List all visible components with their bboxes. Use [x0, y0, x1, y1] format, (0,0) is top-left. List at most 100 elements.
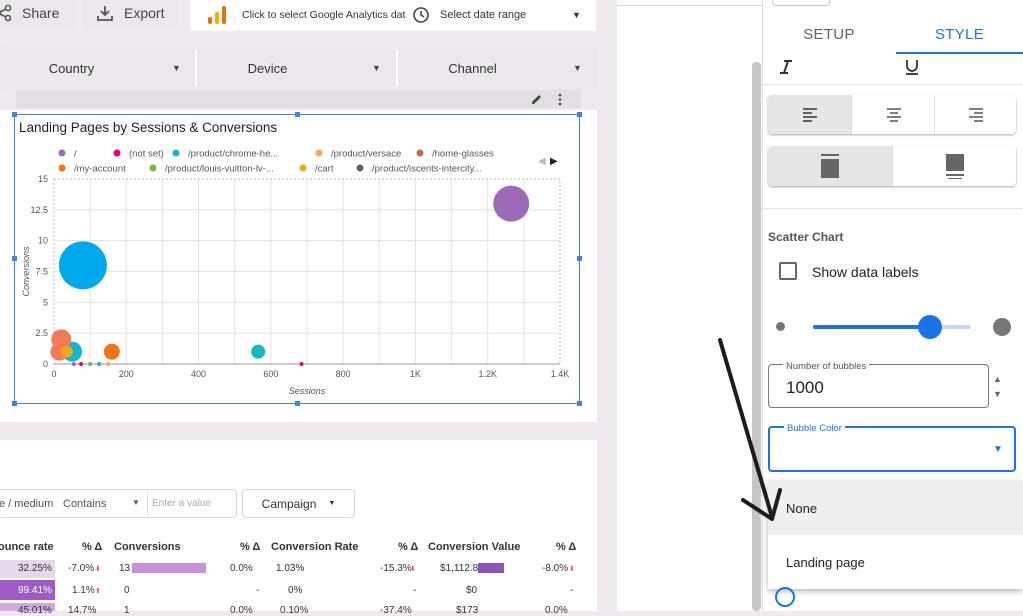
cell-delta: -7.0%	[68, 563, 95, 574]
table-filter-control[interactable]: e / medium Contains ▼ Enter a value	[0, 489, 237, 518]
filter-value-input[interactable]: Enter a value	[152, 498, 211, 509]
data-point	[106, 362, 111, 366]
y-tick-label: 0	[43, 359, 48, 369]
decrement-icon[interactable]: ▼	[993, 389, 1002, 399]
data-point	[97, 362, 102, 366]
col-conversions[interactable]: Conversions	[114, 541, 181, 553]
tab-style[interactable]: STYLE	[896, 14, 1023, 54]
dropdown-option-none[interactable]: None	[768, 481, 1023, 535]
date-range-selector[interactable]: Select date range ▼	[406, 0, 596, 31]
ga-select-label: Click to select Google Analytics data	[242, 8, 412, 21]
google-analytics-icon	[208, 5, 228, 24]
data-point	[493, 185, 530, 222]
bubble-size-max-icon	[993, 318, 1011, 336]
resize-handle[interactable]	[577, 112, 582, 117]
arrow-up-icon: ⬆	[95, 588, 101, 595]
clock-icon	[413, 6, 429, 23]
valign-bottom-icon	[946, 154, 964, 179]
chevron-down-icon: ▼	[572, 9, 581, 20]
ga-data-selector[interactable]: Click to select Google Analytics data	[190, 0, 415, 31]
share-icon	[0, 4, 12, 22]
divider	[147, 492, 148, 516]
x-tick-label: 1.2K	[478, 369, 497, 379]
filter-label: Device	[247, 60, 288, 76]
chart-title: Landing Pages by Sessions & Conversions	[19, 120, 278, 135]
annotation-arrow-icon	[718, 338, 782, 521]
y-axis-label: Conversions	[21, 246, 31, 297]
increment-icon[interactable]: ▲	[993, 374, 1002, 384]
share-button[interactable]: Share	[0, 0, 76, 28]
chevron-down-icon: ▼	[372, 63, 381, 73]
export-button[interactable]: Export	[82, 0, 179, 28]
resize-handle[interactable]	[12, 112, 17, 117]
underline-icon[interactable]	[904, 58, 920, 76]
filter-label: Country	[48, 60, 95, 76]
filter-channel[interactable]: Channel ▼	[398, 46, 597, 90]
tab-setup[interactable]: SETUP	[762, 14, 896, 54]
number-of-bubbles-field[interactable]: Number of bubbles 1000	[768, 361, 989, 408]
date-range-label: Select date range	[440, 8, 527, 21]
y-tick-label: 2.5	[35, 328, 48, 338]
col-value-delta[interactable]: % Δ	[556, 541, 576, 553]
align-left-icon	[802, 107, 817, 122]
filter-device[interactable]: Device ▼	[197, 46, 396, 90]
col-conversions-delta[interactable]: % Δ	[240, 541, 260, 553]
legend-label: /product/iscents-intercity...	[372, 164, 482, 175]
cell-conversions: 0	[124, 585, 130, 596]
col-bounce-rate[interactable]: ounce rate	[0, 541, 54, 553]
x-tick-label: 1K	[410, 369, 421, 379]
legend-marker	[299, 164, 307, 172]
y-tick-label: 5	[43, 297, 48, 307]
filter-bar: Country ▼ Device ▼ Channel ▼	[0, 46, 597, 90]
legend-label: /cart	[315, 164, 334, 175]
align-right-button[interactable]	[934, 95, 1016, 134]
x-tick-label: 600	[263, 369, 278, 379]
value-bar	[478, 563, 504, 573]
italic-icon[interactable]	[779, 59, 793, 75]
y-tick-label: 7.5	[35, 267, 48, 277]
campaign-filter[interactable]: Campaign ▼	[242, 489, 355, 518]
bubble-color-dropdown: None Landing page	[768, 481, 1023, 589]
data-point	[88, 362, 93, 366]
legend-marker	[58, 164, 66, 172]
more-vert-icon[interactable]	[557, 93, 563, 106]
valign-bottom-button[interactable]	[892, 146, 1016, 186]
bubble-size-slider-fill	[813, 325, 930, 329]
chevron-down-icon: ▼	[328, 500, 336, 507]
show-data-labels-checkbox[interactable]	[779, 262, 797, 280]
panel-top-button[interactable]	[772, 0, 830, 6]
filter-operator[interactable]: Contains	[63, 498, 106, 510]
export-label: Export	[124, 5, 165, 21]
filter-country[interactable]: Country ▼	[0, 46, 195, 90]
legend-label: /product/louis-vuitton-lv-...	[165, 164, 274, 175]
align-left-button[interactable]	[768, 95, 851, 134]
legend-marker	[172, 149, 180, 157]
edit-icon[interactable]	[530, 93, 543, 106]
cell-delta: -8.0%	[542, 563, 569, 574]
align-center-button[interactable]	[851, 95, 935, 134]
cell-delta: -	[570, 585, 574, 596]
bubble-color-select[interactable]: Bubble Color ▼	[768, 423, 1016, 472]
col-conversion-rate[interactable]: Conversion Rate	[271, 541, 358, 553]
col-conversion-value[interactable]: Conversion Value	[428, 541, 520, 553]
download-icon	[97, 6, 113, 21]
cell-conversion-value: $1,112.8	[440, 563, 479, 574]
chevron-down-icon: ▼	[132, 498, 140, 507]
y-tick-label: 12.5	[30, 205, 48, 215]
col-rate-delta[interactable]: % Δ	[398, 541, 418, 553]
col-bounce-delta[interactable]: % Δ	[82, 541, 102, 553]
valign-top-button[interactable]	[768, 146, 892, 186]
divider	[762, 84, 1023, 85]
cell-delta: -	[413, 585, 417, 596]
resize-handle[interactable]	[295, 112, 300, 117]
dropdown-option-landing-page[interactable]: Landing page	[768, 535, 1023, 589]
chevron-down-icon: ▼	[993, 444, 1003, 455]
add-icon[interactable]	[775, 587, 795, 607]
cell-delta: 1.1%	[72, 585, 95, 596]
y-tick-label: 10	[38, 236, 48, 246]
data-point	[251, 344, 266, 359]
cell-bounce-rate: 99.41%	[18, 585, 52, 596]
legend-label: /	[74, 149, 77, 160]
chart-control-bar	[16, 90, 581, 108]
bubble-size-slider-thumb[interactable]	[918, 315, 942, 339]
